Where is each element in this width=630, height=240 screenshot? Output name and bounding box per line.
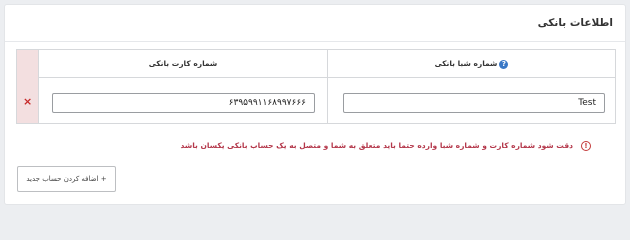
bank-info-panel: اطلاعات بانکی ?شماره شبا بانکی شماره کار… (4, 4, 626, 205)
sheba-number-input[interactable] (343, 93, 605, 113)
card-column-header: شماره کارت بانکی (39, 50, 327, 77)
warning-message: ! دقت شود شماره کارت و شماره شبا وارده حت… (181, 141, 591, 151)
add-account-button[interactable]: + اضافه کردن حساب جدید (17, 166, 116, 192)
card-number-input[interactable] (52, 93, 315, 113)
sheba-column-header: ?شماره شبا بانکی (328, 50, 615, 77)
help-icon[interactable]: ? (499, 59, 509, 69)
header-row-divider (39, 77, 615, 78)
remove-column (17, 50, 39, 123)
card-header-label: شماره کارت بانکی (148, 59, 218, 68)
panel-title: اطلاعات بانکی (537, 17, 613, 29)
warning-text: دقت شود شماره کارت و شماره شبا وارده حتم… (180, 141, 573, 150)
bank-accounts-table: ?شماره شبا بانکی شماره کارت بانکی × (16, 49, 616, 124)
remove-row-icon[interactable]: × (23, 96, 32, 107)
sheba-header-label: شماره شبا بانکی (434, 59, 498, 68)
header-divider (5, 41, 625, 42)
warning-icon: ! (581, 141, 591, 151)
